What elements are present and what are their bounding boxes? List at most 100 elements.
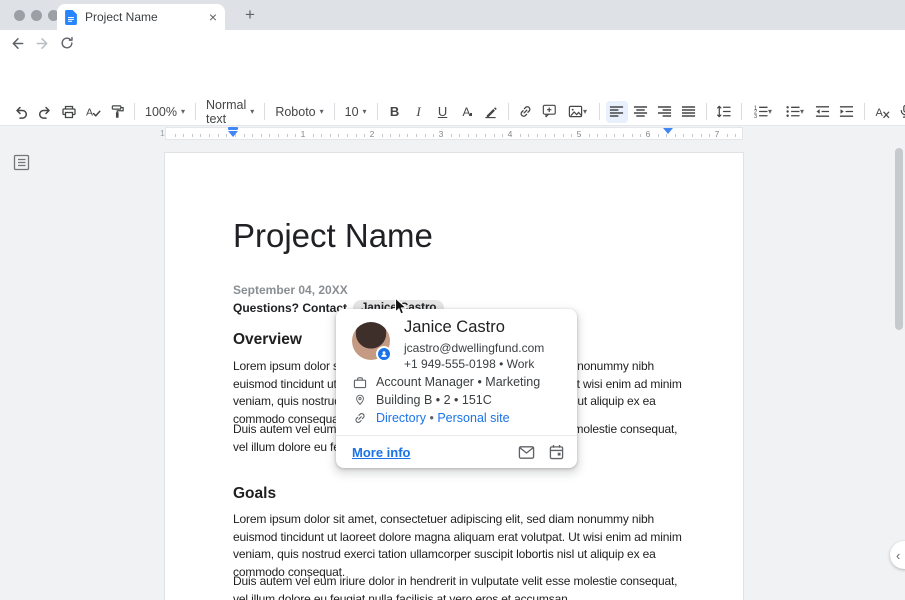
font-size-value: 10 xyxy=(345,105,359,119)
docs-favicon-icon xyxy=(65,10,77,25)
toolbar-separator xyxy=(741,103,742,120)
contact-prefix-text: Questions? Contact xyxy=(233,301,347,315)
highlight-color-button[interactable] xyxy=(480,101,502,123)
personal-site-link[interactable]: Personal site xyxy=(437,411,509,425)
paint-format-button[interactable] xyxy=(106,101,128,123)
first-line-indent-marker[interactable] xyxy=(228,127,238,130)
side-panel-toggle[interactable]: ‹ xyxy=(890,541,905,569)
zoom-select[interactable]: 100% ▾ xyxy=(141,101,189,123)
align-center-button[interactable] xyxy=(630,101,652,123)
link-chain-icon xyxy=(352,411,367,425)
ruler-tick xyxy=(502,134,503,137)
ruler-tick xyxy=(658,134,659,137)
line-spacing-button[interactable] xyxy=(713,101,735,123)
contact-phone: +1 949-555-0198 • Work xyxy=(404,357,534,371)
justify-button[interactable] xyxy=(678,101,700,123)
align-left-button[interactable] xyxy=(606,101,628,123)
italic-button[interactable]: I xyxy=(408,101,430,123)
ruler-tick xyxy=(244,134,245,137)
underline-button[interactable]: U xyxy=(432,101,454,123)
toolbar-separator xyxy=(134,103,135,120)
window-minimize-button[interactable] xyxy=(31,10,42,21)
print-button[interactable] xyxy=(58,101,80,123)
section-heading-goals[interactable]: Goals xyxy=(233,485,276,503)
contact-role: Account Manager • Marketing xyxy=(376,375,540,389)
contacts-badge-icon xyxy=(376,346,392,362)
align-right-button[interactable] xyxy=(654,101,676,123)
send-email-icon[interactable] xyxy=(516,442,536,462)
more-info-link[interactable]: More info xyxy=(352,445,411,460)
ruler-inch-label: 3 xyxy=(439,129,444,139)
window-close-button[interactable] xyxy=(14,10,25,21)
ruler-tick xyxy=(313,134,314,137)
chevron-down-icon: ▾ xyxy=(363,107,367,116)
add-comment-button[interactable] xyxy=(539,101,561,123)
ruler-inch-label: 7 xyxy=(715,129,720,139)
redo-button[interactable] xyxy=(34,101,56,123)
ruler-tick xyxy=(321,134,322,137)
tab-title: Project Name xyxy=(85,10,209,24)
clear-formatting-button[interactable]: A xyxy=(871,101,893,123)
link-separator: • xyxy=(426,411,437,425)
increase-indent-button[interactable] xyxy=(836,101,858,123)
undo-button[interactable] xyxy=(10,101,32,123)
doc-title-text[interactable]: Project Name xyxy=(233,217,433,255)
contact-role-row: Account Manager • Marketing xyxy=(352,375,540,389)
contact-card-popup: Janice Castro jcastro@dwellingfund.com +… xyxy=(336,309,577,468)
forward-icon[interactable] xyxy=(33,34,51,52)
ruler-tick xyxy=(571,134,572,137)
numbered-list-button[interactable]: 123▾ xyxy=(748,101,778,123)
ruler-tick xyxy=(476,134,477,137)
schedule-calendar-icon[interactable] xyxy=(546,442,566,462)
toolbar-separator xyxy=(264,103,265,120)
spellcheck-button[interactable]: A xyxy=(82,101,104,123)
font-select[interactable]: Roboto▾ xyxy=(271,101,327,123)
ruler-tick xyxy=(727,134,728,137)
ruler-inch-label: 6 xyxy=(646,129,651,139)
insert-image-button[interactable]: ▾ xyxy=(563,101,593,123)
zoom-value: 100% xyxy=(145,105,177,119)
new-tab-button[interactable]: + xyxy=(238,3,262,27)
styles-value: Normal text xyxy=(206,98,246,126)
refresh-icon[interactable] xyxy=(58,34,76,52)
ruler-tick xyxy=(347,134,348,137)
ruler-tick xyxy=(200,134,201,137)
toolbar-separator xyxy=(599,103,600,120)
paragraph[interactable]: Lorem ipsum dolor sit amet, consectetuer… xyxy=(233,511,683,581)
right-indent-marker[interactable] xyxy=(663,128,673,134)
svg-text:A: A xyxy=(875,107,883,119)
voice-typing-button[interactable] xyxy=(895,101,905,123)
toolbar-separator xyxy=(508,103,509,120)
text-color-button[interactable]: A xyxy=(456,101,478,123)
ruler-tick xyxy=(537,134,538,137)
toolbar-separator xyxy=(377,103,378,120)
directory-link[interactable]: Directory xyxy=(376,411,426,425)
ruler-tick xyxy=(459,134,460,137)
font-size-select[interactable]: 10 ▾ xyxy=(341,101,371,123)
ruler-tick xyxy=(563,134,564,137)
toolbar-separator xyxy=(334,103,335,120)
ruler[interactable]: 1 1234567 xyxy=(0,126,905,142)
ruler-tick xyxy=(675,134,676,137)
doc-date-text[interactable]: September 04, 20XX xyxy=(233,283,348,297)
paragraph[interactable]: Duis autem vel eum iriure dolor in hendr… xyxy=(233,573,683,600)
insert-link-button[interactable] xyxy=(515,101,537,123)
browser-tab[interactable]: Project Name × xyxy=(57,4,225,30)
bulleted-list-button[interactable]: ▾ xyxy=(780,101,810,123)
left-indent-marker[interactable] xyxy=(228,131,238,137)
mouse-cursor xyxy=(394,297,408,322)
contact-links-row: Directory • Personal site xyxy=(352,411,510,425)
styles-select[interactable]: Normal text▾ xyxy=(202,101,258,123)
document-outline-icon[interactable] xyxy=(13,154,30,176)
vertical-scrollbar[interactable] xyxy=(895,148,903,330)
section-heading-overview[interactable]: Overview xyxy=(233,331,302,349)
bold-button[interactable]: B xyxy=(384,101,406,123)
ruler-tick xyxy=(175,134,176,137)
back-icon[interactable] xyxy=(8,34,26,52)
contact-email[interactable]: jcastro@dwellingfund.com xyxy=(404,341,544,355)
ruler-tick xyxy=(701,134,702,137)
toolbar-separator xyxy=(195,103,196,120)
tab-close-icon[interactable]: × xyxy=(209,10,217,24)
chevron-down-icon: ▾ xyxy=(181,107,185,116)
decrease-indent-button[interactable] xyxy=(812,101,834,123)
